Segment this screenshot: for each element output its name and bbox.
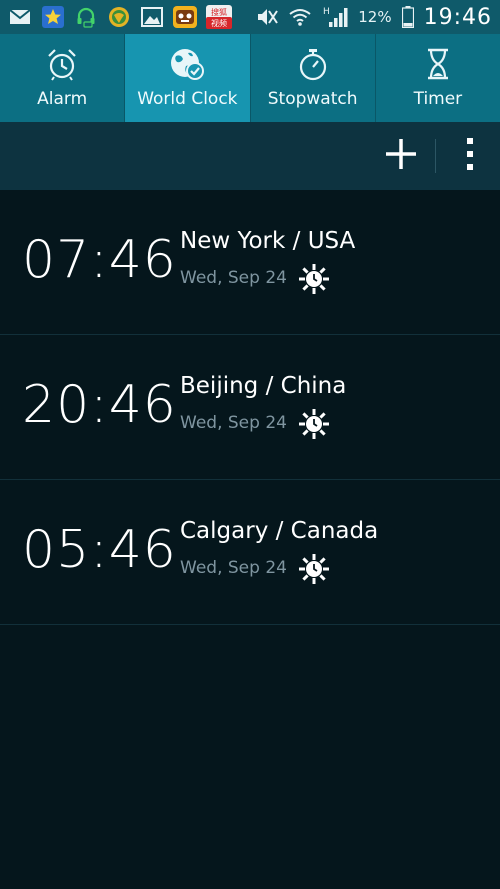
clock-date: Wed, Sep 24 <box>180 558 287 578</box>
sun-clock-icon <box>298 408 330 440</box>
tab-label: Alarm <box>37 89 88 109</box>
add-city-button[interactable] <box>371 122 431 190</box>
clock-date: Wed, Sep 24 <box>180 268 287 288</box>
globe-app-icon <box>107 6 131 28</box>
svg-text:搜狐: 搜狐 <box>211 7 227 17</box>
clock-city: Beijing / China <box>180 373 347 399</box>
mail-icon <box>8 6 32 28</box>
list-item[interactable]: 20:46 Beijing / China Wed, Sep 24 <box>0 335 500 480</box>
clock-date: Wed, Sep 24 <box>180 413 287 433</box>
clock-time: 20:46 <box>22 375 177 435</box>
wifi-icon <box>288 6 312 28</box>
notification-icons: 搜狐 视频 <box>0 5 232 29</box>
system-status: H 12% 19:46 <box>255 5 500 30</box>
status-bar: 搜狐 视频 H 12% 19:46 <box>0 0 500 34</box>
battery-icon <box>401 6 415 28</box>
battery-percent: 12% <box>358 8 392 26</box>
clock-city: New York / USA <box>180 228 356 254</box>
tab-label: World Clock <box>137 89 238 109</box>
tab-world-clock[interactable]: World Clock <box>125 34 251 122</box>
svg-text:视频: 视频 <box>211 18 227 28</box>
clock-city: Calgary / Canada <box>180 518 379 544</box>
tab-timer[interactable]: Timer <box>376 34 500 122</box>
sun-clock-icon <box>298 263 330 295</box>
tab-label: Timer <box>413 89 463 109</box>
star-app-icon <box>41 6 65 28</box>
mute-icon <box>255 6 279 28</box>
action-bar <box>0 122 500 190</box>
headset-icon <box>74 6 98 28</box>
stopwatch-icon <box>296 47 330 85</box>
sun-clock-icon <box>298 553 330 585</box>
tab-label: Stopwatch <box>267 89 358 109</box>
svg-text:H: H <box>323 7 330 17</box>
clock-time: 07:46 <box>22 230 177 290</box>
overflow-menu-button[interactable] <box>440 122 500 190</box>
action-divider <box>435 139 436 173</box>
tab-stopwatch[interactable]: Stopwatch <box>251 34 376 122</box>
alarm-clock-icon <box>45 47 79 85</box>
tab-bar: Alarm World Clock Stopwatch Timer <box>0 34 500 122</box>
list-item[interactable]: 07:46 New York / USA Wed, Sep 24 <box>0 190 500 335</box>
game-app-icon <box>173 6 197 28</box>
gallery-icon <box>140 6 164 28</box>
overflow-menu-icon <box>466 137 474 175</box>
status-clock: 19:46 <box>423 4 492 30</box>
plus-icon <box>384 137 418 175</box>
hourglass-icon <box>421 47 455 85</box>
tab-alarm[interactable]: Alarm <box>0 34 126 122</box>
video-app-icon: 搜狐 视频 <box>206 5 232 29</box>
globe-check-icon <box>169 47 205 85</box>
list-item[interactable]: 05:46 Calgary / Canada Wed, Sep 24 <box>0 480 500 625</box>
clock-time: 05:46 <box>22 520 177 580</box>
signal-icon: H <box>321 6 349 28</box>
world-clock-list: 07:46 New York / USA Wed, Sep 24 20:46 B… <box>0 190 500 625</box>
